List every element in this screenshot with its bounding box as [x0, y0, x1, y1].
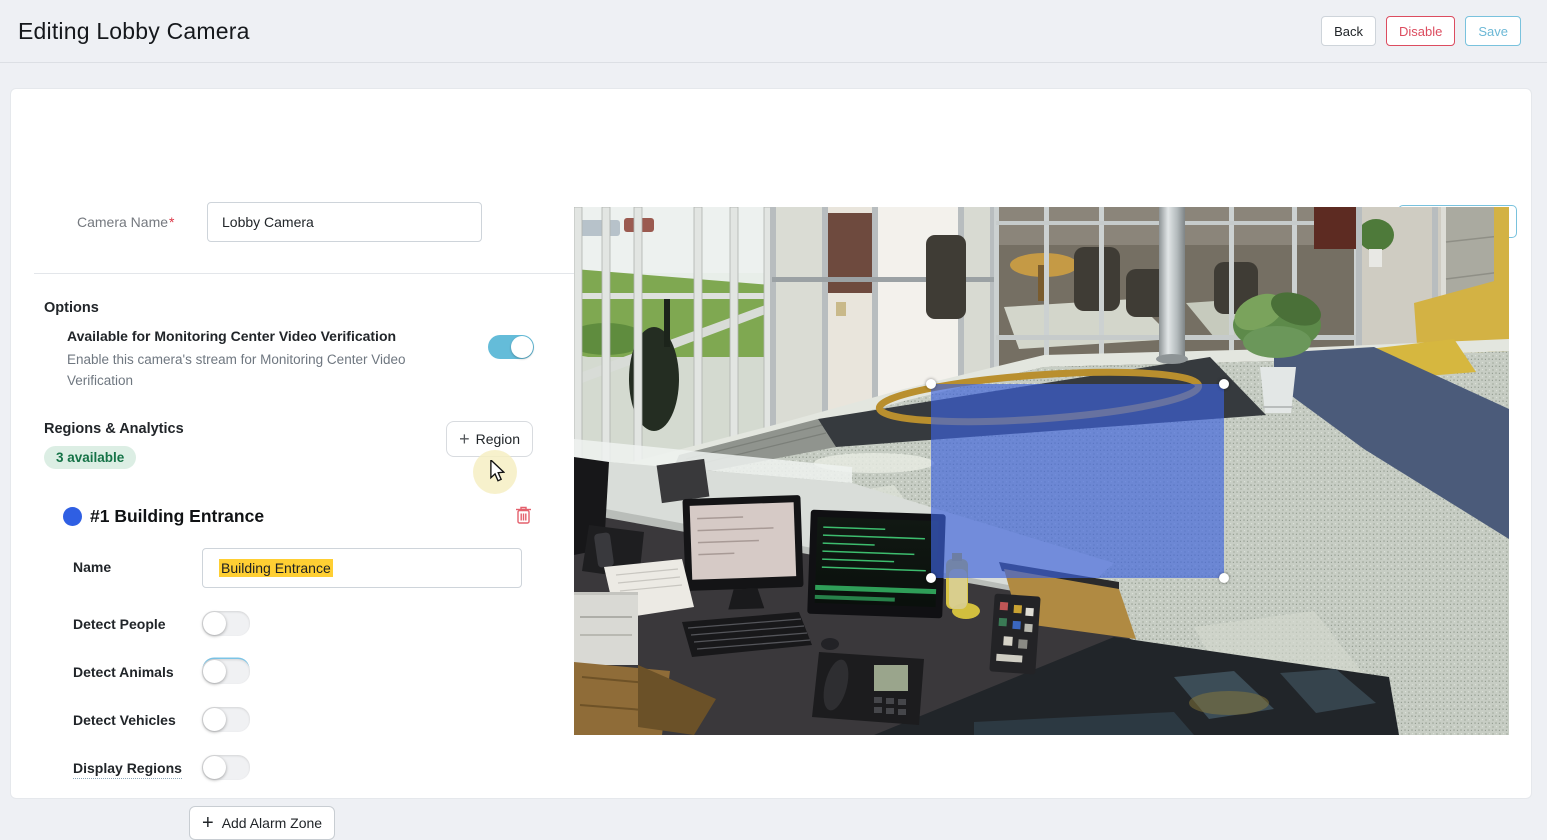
add-region-button[interactable]: + Region — [446, 421, 533, 457]
add-alarm-zone-label: Add Alarm Zone — [222, 815, 322, 831]
page-title: Editing Lobby Camera — [18, 18, 250, 45]
region-name-value: Building Entrance — [219, 559, 333, 577]
toggle-knob — [203, 660, 226, 683]
detect-vehicles-toggle[interactable] — [202, 707, 250, 732]
topbar-actions: Back Disable Save — [1321, 16, 1521, 46]
save-button[interactable]: Save — [1465, 16, 1521, 46]
monitoring-toggle[interactable] — [488, 335, 534, 359]
region-handle-top-right[interactable] — [1219, 379, 1229, 389]
region-overlay-building-entrance[interactable] — [931, 384, 1224, 578]
plus-icon: + — [202, 813, 214, 833]
toggle-knob — [511, 336, 533, 358]
display-regions-row: Display Regions — [73, 755, 574, 780]
regions-available-badge: 3 available — [44, 446, 136, 469]
detect-people-row: Detect People — [73, 611, 574, 636]
settings-column: Options Available for Monitoring Center … — [11, 274, 574, 840]
detect-vehicles-row: Detect Vehicles — [73, 707, 574, 732]
camera-name-label-text: Camera Name — [77, 214, 168, 230]
display-regions-toggle[interactable] — [202, 755, 250, 780]
add-alarm-zone-button[interactable]: + Add Alarm Zone — [189, 806, 335, 840]
regions-header: Regions & Analytics 3 available + Region — [44, 421, 533, 469]
monitoring-option-row: Available for Monitoring Center Video Ve… — [67, 328, 534, 391]
disable-button[interactable]: Disable — [1386, 16, 1455, 46]
required-asterisk: * — [169, 214, 174, 230]
top-bar: Editing Lobby Camera Back Disable Save — [0, 0, 1547, 63]
camera-name-label: Camera Name* — [77, 214, 174, 230]
region-handle-bottom-right[interactable] — [1219, 573, 1229, 583]
monitoring-option-description: Enable this camera's stream for Monitori… — [67, 349, 412, 391]
detect-vehicles-label: Detect Vehicles — [73, 712, 202, 728]
display-regions-label-text: Display Regions — [73, 760, 182, 779]
region-name-row: Name Building Entrance — [73, 548, 574, 588]
back-button[interactable]: Back — [1321, 16, 1376, 46]
monitoring-option-label: Available for Monitoring Center Video Ve… — [67, 328, 419, 344]
camera-feed-preview[interactable] — [574, 207, 1509, 735]
region-handle-top-left[interactable] — [926, 379, 936, 389]
delete-region-button[interactable] — [514, 505, 533, 528]
detect-animals-row: Detect Animals — [73, 659, 574, 684]
toggle-knob — [203, 612, 226, 635]
trash-icon — [514, 505, 533, 525]
display-regions-label: Display Regions — [73, 760, 202, 776]
region-name-label: Name — [73, 559, 202, 575]
detect-animals-toggle[interactable] — [202, 659, 250, 684]
detect-animals-label: Detect Animals — [73, 664, 202, 680]
detect-people-label: Detect People — [73, 616, 202, 632]
add-region-label: Region — [476, 431, 520, 447]
detect-people-toggle[interactable] — [202, 611, 250, 636]
region-1-title: #1 Building Entrance — [90, 506, 264, 527]
regions-heading: Regions & Analytics — [44, 421, 184, 437]
toggle-knob — [203, 756, 226, 779]
edit-camera-card: Camera Name* Camera Details Options Avai… — [10, 88, 1532, 799]
regions-heading-block: Regions & Analytics 3 available — [44, 421, 184, 469]
monitoring-option-text: Available for Monitoring Center Video Ve… — [67, 328, 419, 391]
options-heading: Options — [44, 300, 574, 316]
plus-icon: + — [459, 430, 470, 448]
region-color-dot-icon — [63, 507, 82, 526]
camera-name-input[interactable] — [207, 202, 482, 242]
toggle-knob — [203, 708, 226, 731]
region-name-input[interactable]: Building Entrance — [202, 548, 522, 588]
region-1-header: #1 Building Entrance — [44, 505, 533, 528]
region-handle-bottom-left[interactable] — [926, 573, 936, 583]
